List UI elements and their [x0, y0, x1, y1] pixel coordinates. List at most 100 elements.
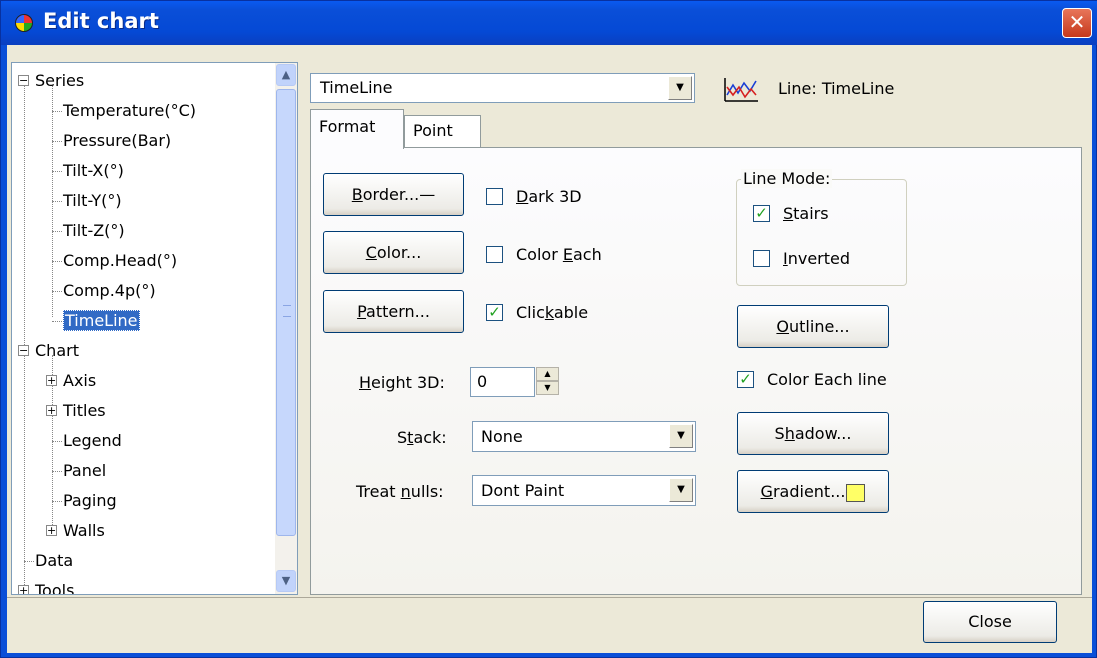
color-each-box[interactable] [486, 246, 503, 263]
teechart-icon [15, 14, 33, 32]
tree-item-label: Temperature(°C) [63, 101, 197, 120]
collapse-icon[interactable]: − [18, 345, 29, 356]
tree-item-label: Walls [63, 521, 105, 540]
tree-item[interactable]: Series [35, 68, 84, 94]
tree-item[interactable]: Comp.Head(°) [63, 248, 177, 274]
tree-item-label: Titles [63, 401, 106, 420]
tree-scrollbar[interactable]: ▲ ▼ [275, 63, 297, 594]
clickable-box[interactable]: ✓ [486, 304, 503, 321]
stairs-label: Stairs [783, 204, 829, 223]
collapse-icon[interactable]: − [18, 75, 29, 86]
series-combo[interactable]: TimeLine ▼ [310, 73, 695, 103]
footer-divider [7, 597, 1092, 598]
settings-tree[interactable]: − Series Temperature(°C) Pressure(Bar) Tilt-… [11, 62, 298, 595]
stack-select[interactable]: None ▼ [472, 421, 696, 452]
gradient-button[interactable]: Gradient... [737, 470, 889, 513]
dialog-client: − Series Temperature(°C) Pressure(Bar) Tilt-… [7, 45, 1092, 653]
dark-3d-label: Dark 3D [516, 187, 582, 206]
spin-up-icon[interactable]: ▲ [536, 367, 559, 381]
tree-connector [52, 441, 62, 442]
tree-item-label: Paging [63, 491, 117, 510]
tree-item[interactable]: Paging [63, 488, 117, 514]
height-3d-spinner[interactable]: ▲ ▼ [536, 367, 559, 395]
series-type-label: Line: TimeLine [778, 79, 895, 98]
line-mode-group: Line Mode: ✓ Stairs Inverted [736, 169, 907, 286]
tree-item[interactable]: Legend [63, 428, 122, 454]
shadow-button[interactable]: Shadow... [737, 412, 889, 455]
tree-connector [52, 471, 62, 472]
tree-connector [52, 141, 62, 142]
stairs-box[interactable]: ✓ [753, 205, 770, 222]
color-each-label: Color Each [516, 245, 602, 264]
tree-item-label: Axis [63, 371, 97, 390]
tree-item[interactable]: TimeLine [63, 308, 140, 334]
tree-item-label: Legend [63, 431, 122, 450]
color-each-line-label: Color Each line [767, 370, 887, 389]
series-combo-value: TimeLine [320, 78, 393, 97]
tree-connector [52, 261, 62, 262]
scroll-up-icon[interactable]: ▲ [276, 64, 296, 86]
chevron-down-icon[interactable]: ▼ [669, 424, 693, 448]
clickable-label: Clickable [516, 303, 589, 322]
expand-icon[interactable]: + [18, 585, 29, 594]
title-bar[interactable]: Edit chart ✕ [1, 1, 1097, 45]
tree-item-label: Tilt-Z(°) [63, 221, 125, 240]
tree-item-label: Tilt-X(°) [63, 161, 124, 180]
inverted-box[interactable] [753, 250, 770, 267]
color-each-line-box[interactable]: ✓ [737, 371, 754, 388]
expand-icon[interactable]: + [46, 525, 57, 536]
tree-item[interactable]: Tools [35, 578, 74, 594]
tree-connector [52, 201, 62, 202]
treat-nulls-value: Dont Paint [481, 481, 565, 500]
tree-connector [52, 291, 62, 292]
scroll-down-icon[interactable]: ▼ [276, 570, 296, 592]
tree-connector [52, 231, 62, 232]
tree-item-label: Comp.4p(°) [63, 281, 156, 300]
tree-item-label: Panel [63, 461, 107, 480]
pattern-button[interactable]: Pattern... [323, 290, 464, 333]
tree-item[interactable]: Walls [63, 518, 105, 544]
tree-item[interactable]: Data [35, 548, 73, 574]
tree-item[interactable]: Panel [63, 458, 106, 484]
tree-item[interactable]: Pressure(Bar) [63, 128, 171, 154]
close-button[interactable]: Close [923, 601, 1057, 643]
window-title: Edit chart [43, 9, 159, 33]
tree-item-label: Chart [35, 341, 79, 360]
spin-down-icon[interactable]: ▼ [536, 381, 559, 395]
expand-icon[interactable]: + [46, 405, 57, 416]
tree-item-label: TimeLine [63, 310, 140, 331]
tree-item-label: Series [35, 71, 85, 90]
dialog-window: Edit chart ✕ − Series Temperature(°C) Press… [0, 0, 1097, 658]
tree-item[interactable]: Titles [63, 398, 106, 424]
tab-point[interactable]: Point [404, 115, 481, 147]
height-3d-input[interactable]: 0 [470, 367, 535, 397]
tree-connector [52, 111, 62, 112]
tree-item[interactable]: Chart [35, 338, 79, 364]
tree-connector [52, 171, 62, 172]
chevron-down-icon[interactable]: ▼ [669, 478, 693, 502]
dark-3d-box[interactable] [486, 188, 503, 205]
line-mode-legend: Line Mode: [741, 169, 833, 188]
line-chart-icon [724, 78, 758, 102]
tree-item[interactable]: Axis [63, 368, 96, 394]
treat-nulls-select[interactable]: Dont Paint ▼ [472, 475, 696, 506]
color-button[interactable]: Color... [323, 231, 464, 274]
stack-label: Stack: [397, 428, 447, 447]
tree-item[interactable]: Tilt-Y(°) [63, 188, 122, 214]
stack-value: None [481, 427, 523, 446]
gradient-color-swatch [846, 483, 866, 502]
scroll-thumb[interactable] [276, 89, 296, 536]
tree-item[interactable]: Temperature(°C) [63, 98, 196, 124]
border-button[interactable]: Border...— [323, 173, 464, 216]
close-window-button[interactable]: ✕ [1062, 8, 1092, 38]
tree-item[interactable]: Comp.4p(°) [63, 278, 156, 304]
outline-button[interactable]: Outline... [737, 305, 889, 348]
tab-format[interactable]: Format [310, 109, 404, 149]
expand-icon[interactable]: + [46, 375, 57, 386]
tree-item[interactable]: Tilt-X(°) [63, 158, 124, 184]
tree-connector [24, 81, 25, 594]
inverted-label: Inverted [783, 249, 851, 268]
tree-item[interactable]: Tilt-Z(°) [63, 218, 125, 244]
chevron-down-icon[interactable]: ▼ [668, 76, 692, 100]
tree-connector [52, 321, 62, 322]
